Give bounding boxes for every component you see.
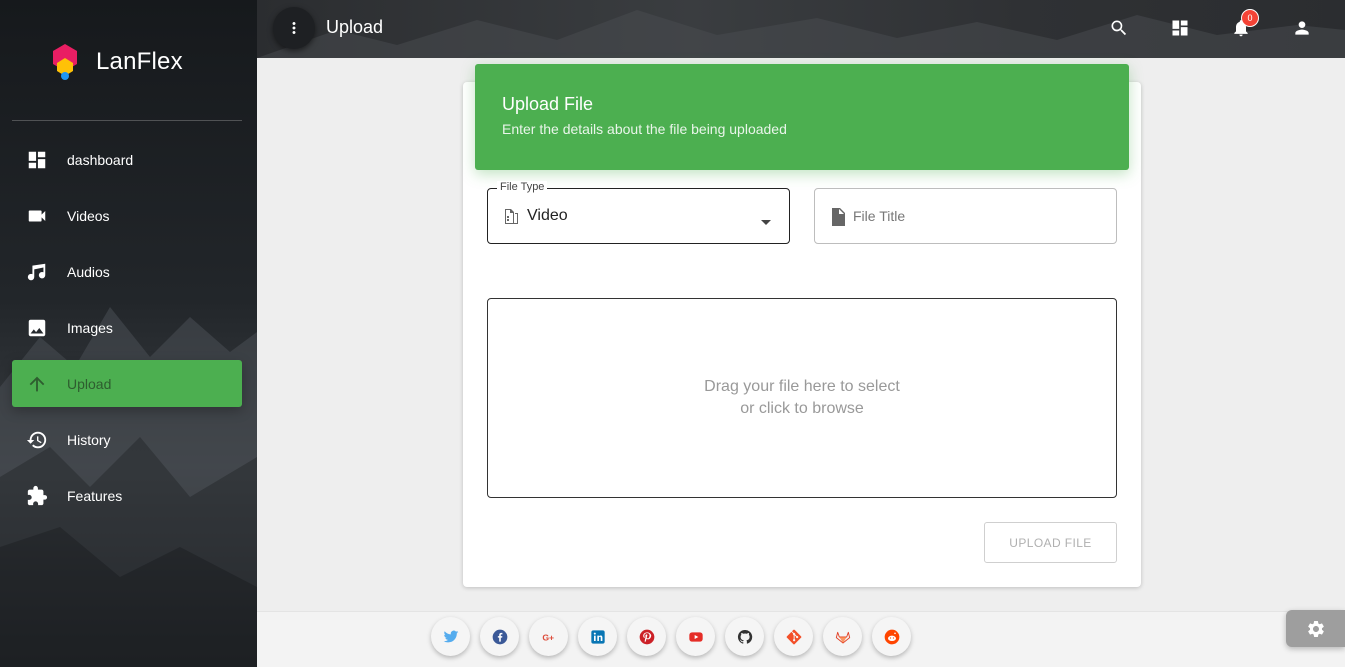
page-title: Upload: [326, 17, 384, 37]
sidebar-item-label: dashboard: [67, 151, 134, 168]
sidebar-item-label: Videos: [67, 207, 110, 224]
search-button[interactable]: [1105, 14, 1133, 42]
gitlab-icon: [835, 631, 850, 643]
history-icon: [25, 428, 49, 452]
menu-button[interactable]: [273, 7, 315, 49]
pinterest-icon: [639, 629, 654, 644]
sidebar-item-label: History: [67, 431, 111, 448]
sidebar-nav: dashboard Videos Audios Images Upload Hi…: [12, 136, 242, 528]
puzzle-icon: [25, 484, 49, 508]
notification-badge: 0: [1241, 9, 1259, 27]
card-subtitle: Enter the details about the file being u…: [502, 121, 787, 137]
file-type-value: Video: [527, 207, 568, 224]
notifications-button[interactable]: 0: [1227, 9, 1259, 42]
sidebar-item-images[interactable]: Images: [12, 304, 242, 351]
brand-logo: [53, 44, 77, 80]
dashboard-icon: [25, 148, 49, 172]
youtube-button[interactable]: [676, 617, 715, 656]
chevron-down-icon: [761, 213, 771, 225]
sidebar-item-label: Upload: [67, 375, 112, 392]
twitter-button[interactable]: [431, 617, 470, 656]
gear-icon: [1307, 620, 1324, 637]
github-icon: [737, 629, 752, 644]
git-icon: [786, 629, 801, 644]
reddit-icon: [884, 629, 899, 644]
linkedin-button[interactable]: [578, 617, 617, 656]
sidebar-item-label: Features: [67, 487, 123, 504]
sidebar-item-videos[interactable]: Videos: [12, 192, 242, 239]
dropzone-line-2: or click to browse: [740, 400, 864, 417]
videocam-icon: [25, 204, 49, 228]
pinterest-button[interactable]: [627, 617, 666, 656]
youtube-icon: [688, 631, 703, 642]
file-type-select[interactable]: File Type Video: [487, 181, 790, 244]
sidebar-item-upload[interactable]: Upload: [12, 360, 242, 407]
more-vert-icon: [292, 22, 296, 34]
linkedin-icon: [590, 629, 605, 644]
sidebar-item-dashboard[interactable]: dashboard: [12, 136, 242, 183]
sidebar-item-label: Images: [67, 319, 113, 336]
sidebar-divider: [12, 120, 242, 121]
dashboard-button[interactable]: [1166, 14, 1194, 42]
google-plus-button[interactable]: G+: [529, 617, 568, 656]
person-icon: [1295, 21, 1309, 35]
brand[interactable]: LanFlex: [50, 42, 183, 82]
arrow-upward-icon: [25, 372, 49, 396]
dashboard-icon: [1172, 20, 1188, 36]
reddit-button[interactable]: [872, 617, 911, 656]
google-plus-icon: G+: [542, 632, 554, 642]
file-type-legend: File Type: [497, 181, 548, 193]
svg-text:G+: G+: [542, 632, 554, 642]
sidebar-item-features[interactable]: Features: [12, 472, 242, 519]
image-icon: [25, 316, 49, 340]
file-title-field[interactable]: [814, 188, 1117, 244]
sidebar-item-history[interactable]: History: [12, 416, 242, 463]
file-icon: [830, 208, 846, 226]
sidebar: LanFlex dashboard Videos Audios Images U…: [0, 0, 257, 667]
facebook-button[interactable]: [480, 617, 519, 656]
music-note-icon: [25, 260, 49, 284]
sidebar-item-audios[interactable]: Audios: [12, 248, 242, 295]
card-title: Upload File: [502, 94, 594, 114]
search-icon: [1111, 20, 1127, 36]
file-type-icon: [503, 208, 519, 226]
topbar: Upload 0: [257, 0, 1345, 58]
sidebar-item-label: Audios: [67, 263, 110, 280]
twitter-icon: [443, 630, 458, 642]
account-button[interactable]: [1288, 14, 1316, 42]
upload-file-button[interactable]: UPLOAD FILE: [984, 522, 1117, 563]
file-title-input[interactable]: [853, 204, 1103, 228]
file-dropzone[interactable]: Drag your file here to select or click t…: [487, 298, 1117, 498]
dropzone-line-1: Drag your file here to select: [704, 378, 900, 395]
upload-card-header: Upload File Enter the details about the …: [475, 64, 1129, 170]
github-button[interactable]: [725, 617, 764, 656]
git-button[interactable]: [774, 617, 813, 656]
gitlab-button[interactable]: [823, 617, 862, 656]
brand-name: LanFlex: [96, 48, 183, 75]
settings-button[interactable]: [1286, 610, 1345, 647]
facebook-icon: [492, 629, 507, 644]
